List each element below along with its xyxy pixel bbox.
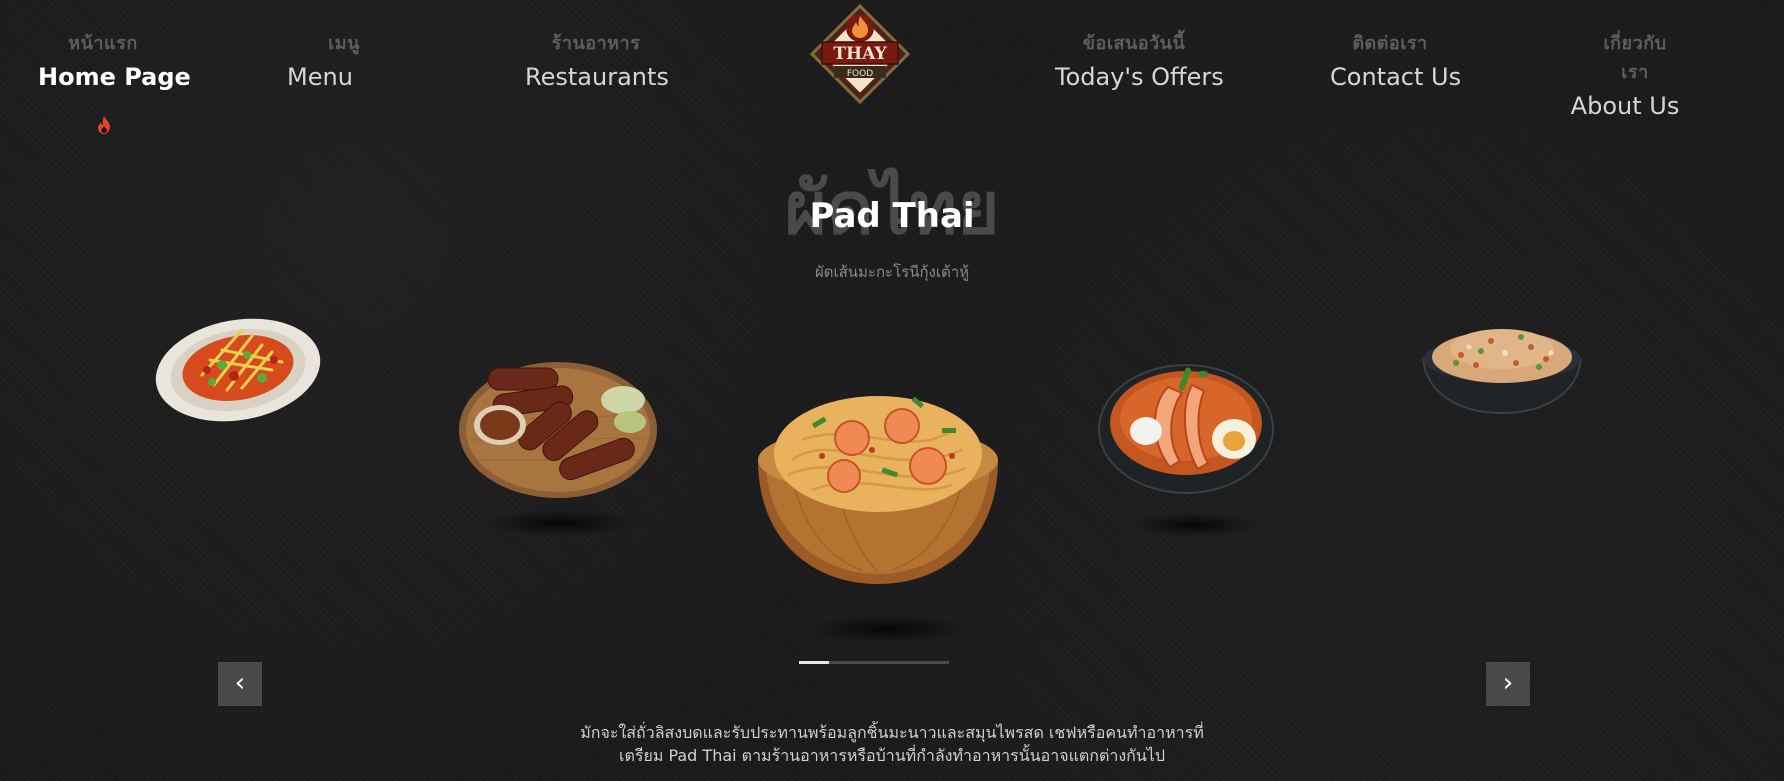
nav-thai-label: หน้าแรก: [68, 33, 138, 54]
carousel-progress: [799, 661, 949, 664]
nav-item-about-us[interactable]: เกี่ยวกับเรา About Us: [1570, 28, 1680, 120]
nav-thai-label: ร้านอาหาร: [551, 33, 641, 54]
nav-label: Home Page: [38, 63, 191, 91]
brand-logo[interactable]: THAY FOOD: [808, 2, 912, 106]
nav-thai-label: เมนู: [328, 33, 360, 54]
nav-item-home[interactable]: หน้าแรก Home Page: [38, 28, 191, 91]
dish-fried-rice[interactable]: [1421, 325, 1583, 419]
nav-thai-label: ติดต่อเรา: [1352, 33, 1428, 54]
brand-logo-image: THAY FOOD: [809, 3, 911, 105]
carousel-progress-fill: [799, 661, 829, 664]
dish-description-line: เตรียม Pad Thai ตามร้านอาหารหรือบ้านที่ก…: [618, 746, 1165, 765]
nav-thai-label: เกี่ยวกับเรา: [1603, 33, 1667, 83]
dish-grilled-sausage[interactable]: [458, 360, 658, 504]
dish-papaya-salad[interactable]: [152, 300, 324, 439]
nav-label: Contact Us: [1330, 63, 1462, 91]
fire-icon: [98, 116, 110, 134]
nav-label: About Us: [1570, 92, 1680, 120]
nav-item-contact-us[interactable]: ติดต่อเรา Contact Us: [1330, 28, 1462, 91]
carousel-next-button[interactable]: ›: [1486, 662, 1530, 706]
nav-label: Menu: [287, 63, 353, 91]
nav-item-menu[interactable]: เมนู Menu: [270, 28, 370, 91]
dish-tom-yum-soup[interactable]: [1098, 357, 1274, 501]
logo-wordmark: THAY: [833, 44, 887, 64]
nav-thai-label: ข้อเสนอวันนี้: [1082, 33, 1186, 54]
dish-shadow: [480, 510, 640, 536]
dish-pad-thai[interactable]: [752, 380, 1004, 592]
carousel-prev-button[interactable]: ‹: [218, 662, 262, 706]
chevron-left-icon: ‹: [234, 668, 246, 698]
nav-label: Restaurants: [525, 63, 669, 91]
dish-title: Pad Thai: [809, 196, 975, 236]
logo-subtext: FOOD: [847, 69, 873, 79]
nav-label: Today's Offers: [1055, 63, 1224, 91]
dish-description-line: มักจะใส่ถั่วลิสงบดและรับประทานพร้อมลูกชิ…: [580, 723, 1204, 742]
nav-item-todays-offers[interactable]: ข้อเสนอวันนี้ Today's Offers: [1055, 28, 1224, 91]
dish-shadow: [1130, 513, 1260, 537]
dish-shadow: [808, 615, 968, 643]
chevron-right-icon: ›: [1502, 668, 1514, 698]
dish-description: มักจะใส่ถั่วลิสงบดและรับประทานพร้อมลูกชิ…: [0, 721, 1784, 767]
nav-item-restaurants[interactable]: ร้านอาหาร Restaurants: [525, 28, 669, 91]
dish-subtitle: ผัดเส้นมะกะโรนีกุ้งเต้าหู้: [814, 263, 970, 281]
